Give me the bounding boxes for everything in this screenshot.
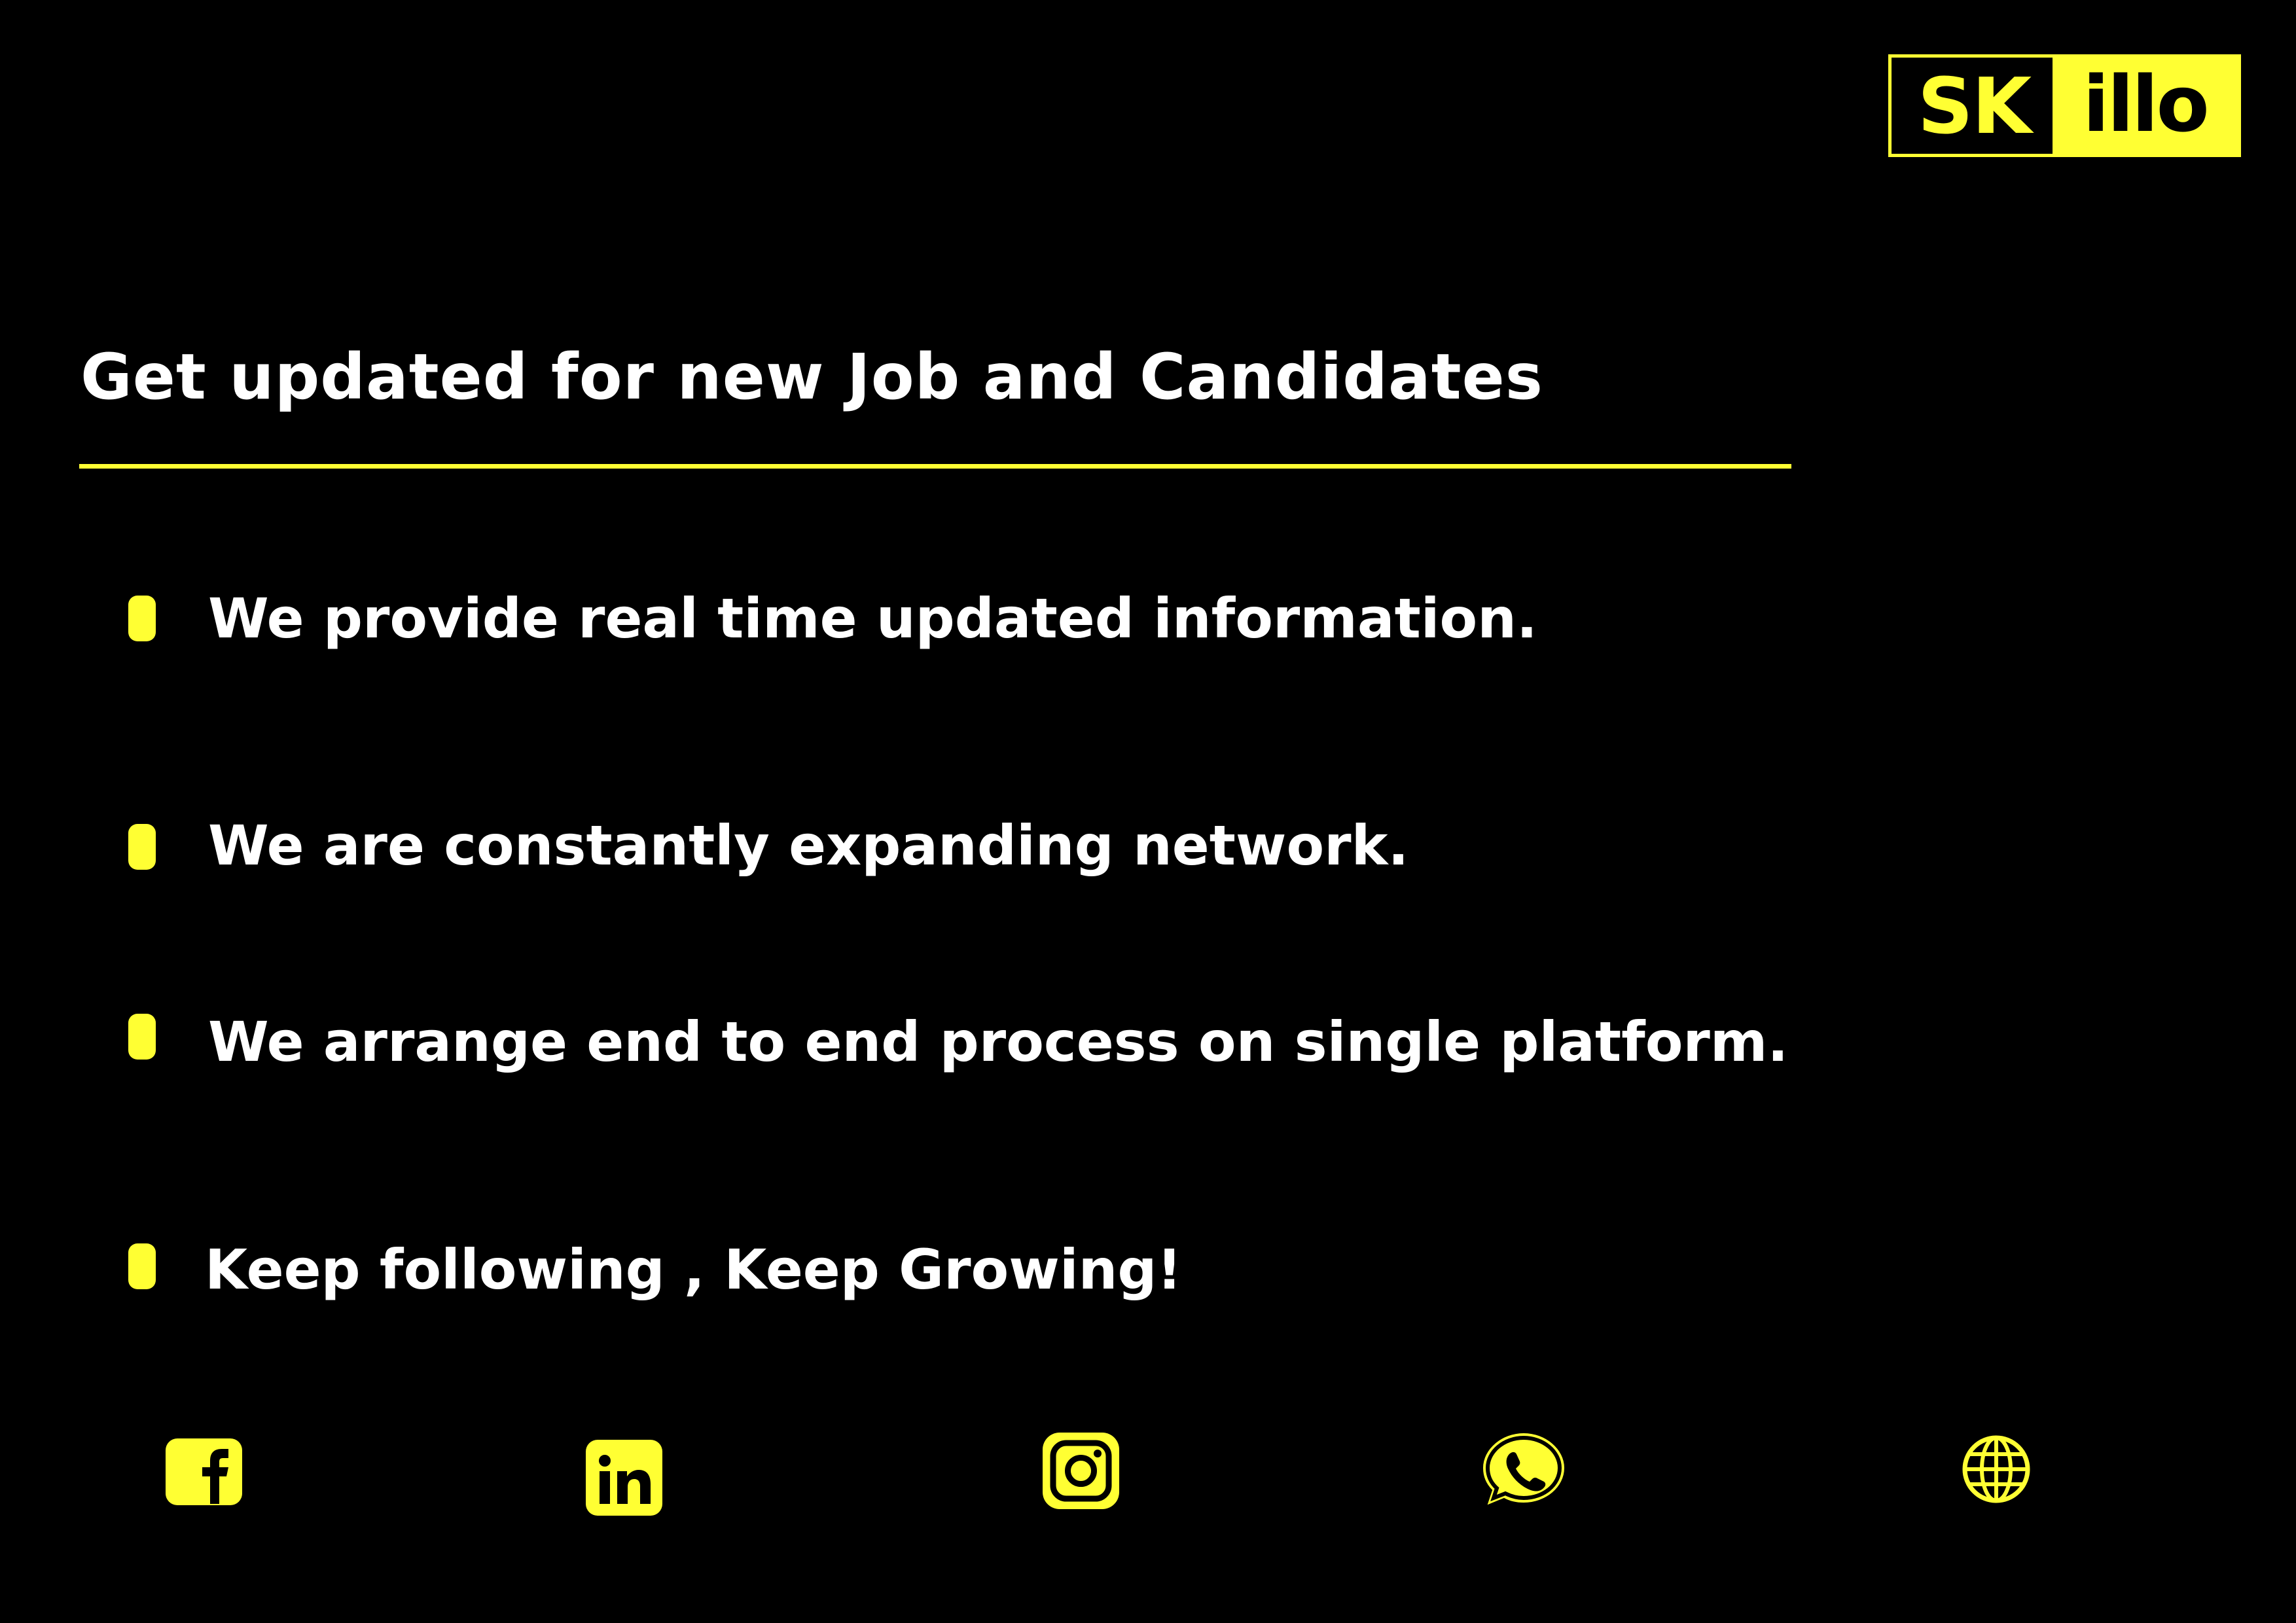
point-real-time-info: We provide real time updated information… xyxy=(208,586,1537,651)
linkedin-icon[interactable] xyxy=(583,1437,665,1518)
facebook-icon[interactable] xyxy=(163,1436,245,1508)
title-underline xyxy=(79,464,1791,469)
page-title: Get updated for new Job and Candidates xyxy=(81,340,1543,414)
bullet-marker xyxy=(128,824,156,870)
bullet-marker xyxy=(128,1014,156,1060)
instagram-icon[interactable] xyxy=(1040,1430,1122,1512)
bullet-marker xyxy=(128,596,156,641)
whatsapp-icon[interactable] xyxy=(1477,1429,1570,1510)
bullet-marker xyxy=(128,1243,156,1289)
skillo-logo: SK illo xyxy=(1888,54,2241,157)
logo-right-text: illo xyxy=(2053,58,2238,154)
point-end-to-end-process: We arrange end to end process on single … xyxy=(208,1010,1789,1074)
point-expanding-network: We are constantly expanding network. xyxy=(208,813,1409,878)
globe-icon[interactable] xyxy=(1960,1433,2032,1505)
logo-left-text: SK xyxy=(1917,60,2032,151)
point-keep-growing: Keep following , Keep Growing! xyxy=(205,1238,1182,1302)
